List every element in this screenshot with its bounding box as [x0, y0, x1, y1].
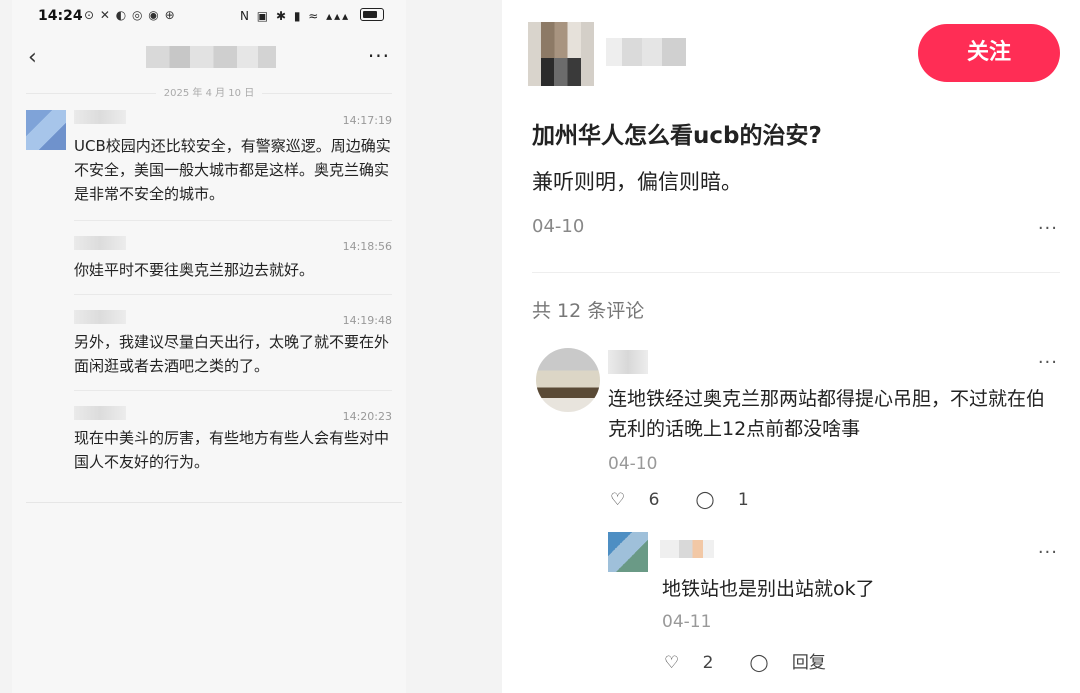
post-title: 加州华人怎么看ucb的治安? — [532, 123, 822, 149]
reply-label: 回复 — [791, 653, 826, 673]
chat-header: ‹ ··· — [12, 36, 406, 82]
divider — [532, 272, 1060, 273]
message-text: 现在中美斗的厉害，有些地方有些人会有些对中国人不友好的行为。 — [74, 429, 390, 471]
system-status-icons: N ▣ ✱ ▮ ≈ ▴▴▴ — [240, 8, 384, 23]
replier-name-blurred[interactable] — [660, 540, 714, 558]
status-bar: 14:24 ⊙ ✕ ◐ ◎ ◉ ⊕ N ▣ ✱ ▮ ≈ ▴▴▴ — [12, 0, 406, 36]
reply-count-button[interactable]: ◯ 1 — [695, 490, 766, 510]
post-body: 兼听则明，偏信则暗。 — [532, 170, 742, 194]
more-menu-icon[interactable]: ··· — [368, 44, 390, 68]
sender-name-blurred — [74, 310, 126, 324]
reply-more-icon[interactable]: ··· — [1038, 542, 1058, 563]
reply-actions: ♡ 2 ◯ 回复 — [664, 648, 862, 673]
heart-icon: ♡ — [610, 490, 626, 510]
message-time: 14:18:56 — [342, 240, 392, 253]
reply-count: 1 — [737, 490, 749, 510]
heart-icon: ♡ — [664, 653, 680, 673]
comment-text: 连地铁经过奥克兰那两站都得提心吊胆，不过就在伯克利的话晚上12点前都没啥事 — [608, 388, 1046, 440]
sender-avatar[interactable] — [26, 110, 66, 150]
like-count: 6 — [648, 490, 660, 510]
author-name-blurred[interactable] — [606, 38, 686, 66]
message-separator — [26, 502, 402, 503]
like-button[interactable]: ♡ 6 — [610, 490, 677, 510]
notification-icons: ⊙ ✕ ◐ ◎ ◉ ⊕ — [84, 8, 176, 22]
message-separator — [74, 220, 392, 221]
date-divider: 2025 年 4 月 10 日 — [12, 84, 406, 99]
commenter-name-blurred[interactable] — [608, 350, 648, 374]
like-button[interactable]: ♡ 2 — [664, 653, 731, 673]
like-count: 2 — [702, 653, 714, 673]
back-arrow-icon[interactable]: ‹ — [28, 45, 37, 70]
comment-bubble-icon: ◯ — [695, 490, 715, 510]
commenter-avatar[interactable] — [536, 348, 600, 412]
comment-date: 04-10 — [608, 454, 658, 474]
message-time: 14:19:48 — [342, 314, 392, 327]
message-separator — [74, 294, 392, 295]
message-text: 另外，我建议尽量白天出行，太晚了就不要在外面闲逛或者去酒吧之类的了。 — [74, 333, 390, 375]
post-more-icon[interactable]: ··· — [1038, 218, 1058, 239]
signal-wifi-icons: N ▣ ✱ ▮ ≈ ▴▴▴ — [240, 9, 351, 23]
post-date: 04-10 — [532, 216, 585, 237]
chat-screenshot: 14:24 ⊙ ✕ ◐ ◎ ◉ ⊕ N ▣ ✱ ▮ ≈ ▴▴▴ ‹ ··· 20… — [12, 0, 406, 693]
battery-icon — [360, 8, 384, 21]
message-time: 14:17:19 — [342, 114, 392, 127]
sender-name-blurred — [74, 236, 126, 250]
author-avatar[interactable] — [528, 22, 594, 86]
message-separator — [74, 390, 392, 391]
comment-more-icon[interactable]: ··· — [1038, 352, 1058, 373]
sender-name-blurred — [74, 406, 126, 420]
comment-bubble-icon: ◯ — [749, 653, 769, 673]
post-panel: 关注 加州华人怎么看ucb的治安? 兼听则明，偏信则暗。 04-10 ··· 共… — [502, 0, 1080, 693]
reply-text: 地铁站也是别出站就ok了 — [662, 578, 875, 600]
message-text: UCB校园内还比较安全，有警察巡逻。周边确实不安全，美国一般大城市都是这样。奥克… — [74, 137, 391, 203]
sender-name-blurred — [74, 110, 126, 124]
replier-avatar[interactable] — [608, 532, 648, 572]
message-text: 你娃平时不要往奥克兰那边去就好。 — [74, 261, 315, 279]
follow-button[interactable]: 关注 — [918, 24, 1060, 82]
message-time: 14:20:23 — [342, 410, 392, 423]
comment-count: 共 12 条评论 — [532, 300, 645, 322]
chat-title-blurred — [146, 46, 276, 68]
comment-actions: ♡ 6 ◯ 1 — [610, 490, 785, 510]
status-time: 14:24 — [38, 8, 83, 24]
reply-date: 04-11 — [662, 612, 712, 632]
reply-button[interactable]: ◯ 回复 — [749, 653, 843, 673]
